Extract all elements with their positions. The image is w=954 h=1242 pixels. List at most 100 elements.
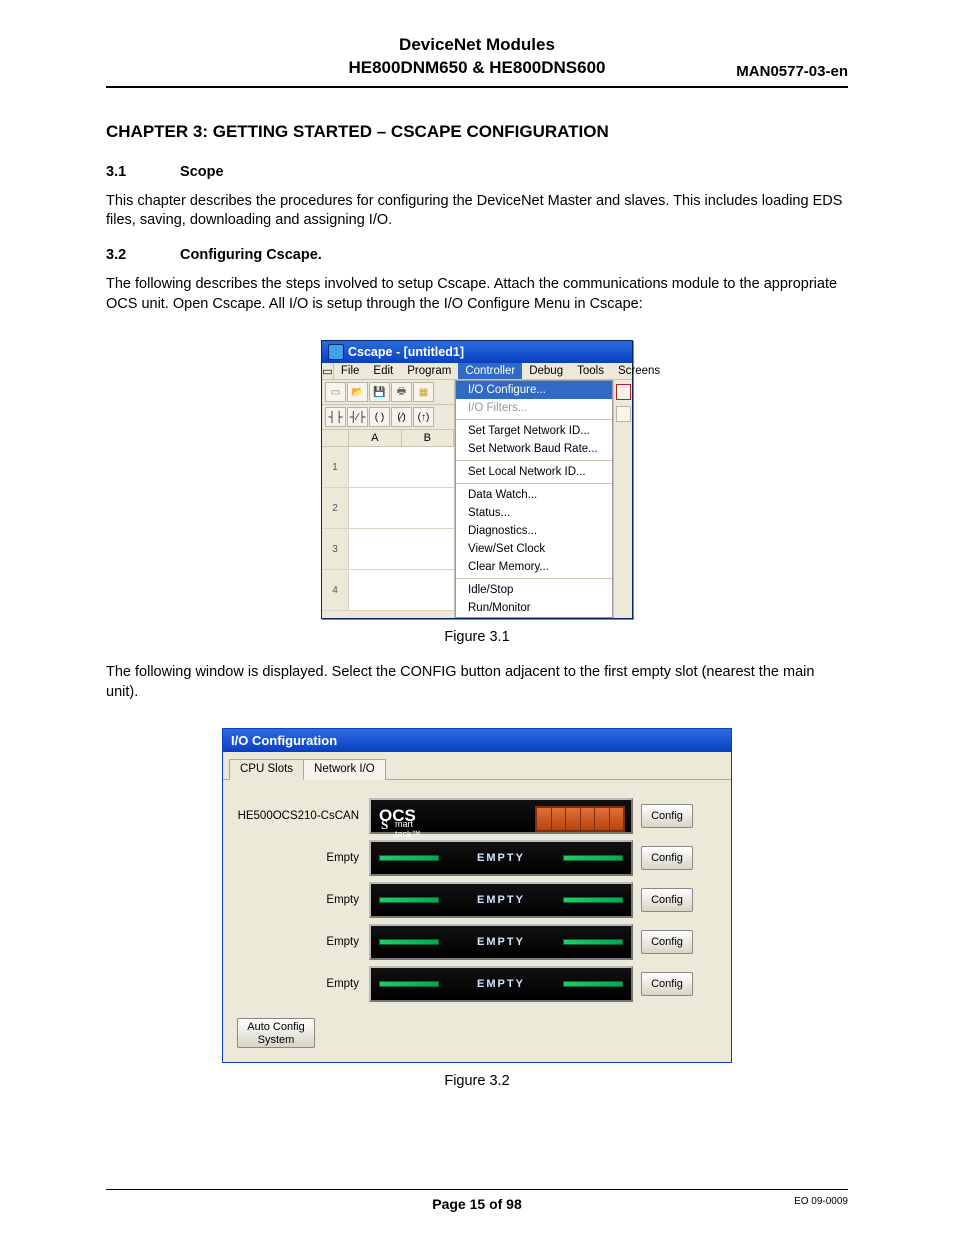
menu-item-idle-stop[interactable]: Idle/Stop [456, 581, 612, 599]
right-toolbar [613, 380, 632, 618]
ladder-row[interactable]: 1 [322, 447, 454, 488]
cscape-title-text: Cscape - [untitled1] [348, 345, 464, 359]
panel-icon[interactable]: ▦ [413, 382, 434, 402]
ladder-row-body[interactable] [349, 570, 454, 610]
chapter-title: CHAPTER 3: GETTING STARTED – CSCAPE CONF… [106, 122, 848, 142]
config-button[interactable]: Config [641, 804, 693, 828]
slot-row: EmptyEMPTYConfig [237, 966, 717, 1002]
new-file-icon[interactable]: ▭ [325, 382, 346, 402]
ladder-row-number: 2 [322, 488, 349, 528]
right-tool-icon-1[interactable] [616, 384, 631, 400]
slot-module-ocs: OCSSmart tack™ [369, 798, 633, 834]
section-3-2-title: 3.2 Configuring Cscape. [106, 247, 848, 263]
menu-program[interactable]: Program [400, 363, 458, 379]
slot-row: HE500OCS210-CsCAN OCSSmart tack™ Config [237, 798, 717, 834]
eo-number: EO 09-0009 [794, 1196, 848, 1207]
menu-edit[interactable]: Edit [366, 363, 400, 379]
config-button[interactable]: Config [641, 972, 693, 996]
tab-network-io[interactable]: Network I/O [303, 759, 386, 780]
page-number: Page 15 of 98 [106, 1196, 848, 1212]
menu-separator [456, 483, 612, 484]
ladder-row-body[interactable] [349, 447, 454, 487]
menu-controller[interactable]: Controller [458, 363, 522, 379]
ladder-row-number: 1 [322, 447, 349, 487]
menu-item-i-o-configure[interactable]: I/O Configure... [456, 381, 612, 399]
io-config-tabs: CPU Slots Network I/O [223, 752, 731, 780]
ladder-column-header: A B [322, 430, 454, 447]
section-3-1-num: 3.1 [106, 164, 176, 180]
section-3-2-num: 3.2 [106, 247, 176, 263]
contact-no-icon[interactable]: ┤├ [325, 407, 346, 427]
section-3-2-text: Configuring Cscape. [180, 247, 322, 263]
ladder-row-number: 4 [322, 570, 349, 610]
coil-neg-icon[interactable]: (∕) [391, 407, 412, 427]
ladder-row[interactable]: 2 [322, 488, 454, 529]
standard-toolbar: ▭ 📂 💾 🖶 ▦ [322, 380, 454, 405]
menu-separator [456, 460, 612, 461]
figure-3-2-caption: Figure 3.2 [106, 1073, 848, 1089]
slot-module-empty: EMPTY [369, 840, 633, 876]
config-button[interactable]: Config [641, 888, 693, 912]
menu-item-status[interactable]: Status... [456, 504, 612, 522]
menu-item-view-set-clock[interactable]: View/Set Clock [456, 540, 612, 558]
ladder-row[interactable]: 4 [322, 570, 454, 611]
ladder-col-a: A [349, 430, 402, 446]
figure-3-2: I/O Configuration CPU Slots Network I/O … [106, 728, 848, 1063]
coil-set-icon[interactable]: (↑) [413, 407, 434, 427]
section-3-2-body: The following describes the steps involv… [106, 275, 848, 314]
right-tool-icon-2[interactable] [616, 406, 631, 422]
ocs-display-panel [535, 806, 625, 832]
section-3-1-text: Scope [180, 164, 224, 180]
ladder-row-body[interactable] [349, 488, 454, 528]
print-icon[interactable]: 🖶 [391, 382, 412, 402]
config-button[interactable]: Config [641, 930, 693, 954]
slot-label: HE500OCS210-CsCAN [237, 810, 361, 822]
menu-tools[interactable]: Tools [570, 363, 611, 379]
auto-config-system-button[interactable]: Auto Config System [237, 1018, 315, 1048]
slot-row: Empty EMPTY Config [237, 840, 717, 876]
document-header: DeviceNet Modules HE800DNM650 & HE800DNS… [106, 34, 848, 88]
mdi-icon[interactable]: ▭ [322, 363, 334, 379]
open-file-icon[interactable]: 📂 [347, 382, 368, 402]
save-file-icon[interactable]: 💾 [369, 382, 390, 402]
section-3-1-title: 3.1 Scope [106, 164, 848, 180]
menu-item-run-monitor[interactable]: Run/Monitor [456, 599, 612, 617]
contact-nc-icon[interactable]: ┤∕├ [347, 407, 368, 427]
slot-label: Empty [237, 852, 361, 864]
ladder-toolbar: ┤├ ┤∕├ ( ) (∕) (↑) [322, 405, 454, 430]
cscape-window: Cscape - [untitled1] ▭ FileEditProgramCo… [321, 340, 633, 619]
io-config-title-text: I/O Configuration [231, 733, 337, 748]
cscape-titlebar[interactable]: Cscape - [untitled1] [322, 341, 632, 363]
menu-item-set-network-baud-rate[interactable]: Set Network Baud Rate... [456, 440, 612, 458]
menu-item-diagnostics[interactable]: Diagnostics... [456, 522, 612, 540]
coil-icon[interactable]: ( ) [369, 407, 390, 427]
ladder-col-b: B [402, 430, 455, 446]
slot-module-empty: EMPTY [369, 882, 633, 918]
cscape-left-column: ▭ 📂 💾 🖶 ▦ ┤├ ┤∕├ ( ) (∕) (↑) [322, 380, 455, 618]
section-3-1-body: This chapter describes the procedures fo… [106, 192, 848, 231]
slot-row: EmptyEMPTYConfig [237, 882, 717, 918]
io-config-titlebar[interactable]: I/O Configuration [223, 729, 731, 752]
menu-screens[interactable]: Screens [611, 363, 667, 379]
cscape-app-icon [328, 344, 344, 360]
ladder-row-body[interactable] [349, 529, 454, 569]
config-button[interactable]: Config [641, 846, 693, 870]
menu-item-set-target-network-id[interactable]: Set Target Network ID... [456, 422, 612, 440]
ladder-col-blank [322, 430, 349, 446]
tab-cpu-slots[interactable]: CPU Slots [229, 759, 304, 780]
after-fig-3-1-body: The following window is displayed. Selec… [106, 663, 848, 702]
menu-file[interactable]: File [334, 363, 367, 379]
doc-title-line1: DeviceNet Modules [106, 34, 848, 57]
menu-debug[interactable]: Debug [522, 363, 570, 379]
cscape-menubar: ▭ FileEditProgramControllerDebugToolsScr… [322, 363, 632, 380]
figure-3-1: Cscape - [untitled1] ▭ FileEditProgramCo… [106, 340, 848, 619]
figure-3-1-caption: Figure 3.1 [106, 629, 848, 645]
slot-label: Empty [237, 936, 361, 948]
ladder-editor[interactable]: 1234 [322, 447, 454, 611]
menu-item-data-watch[interactable]: Data Watch... [456, 486, 612, 504]
menu-item-clear-memory[interactable]: Clear Memory... [456, 558, 612, 576]
ladder-row[interactable]: 3 [322, 529, 454, 570]
menu-item-i-o-filters: I/O Filters... [456, 399, 612, 417]
smartstack-subtext: mart tack™ [395, 819, 421, 839]
menu-item-set-local-network-id[interactable]: Set Local Network ID... [456, 463, 612, 481]
